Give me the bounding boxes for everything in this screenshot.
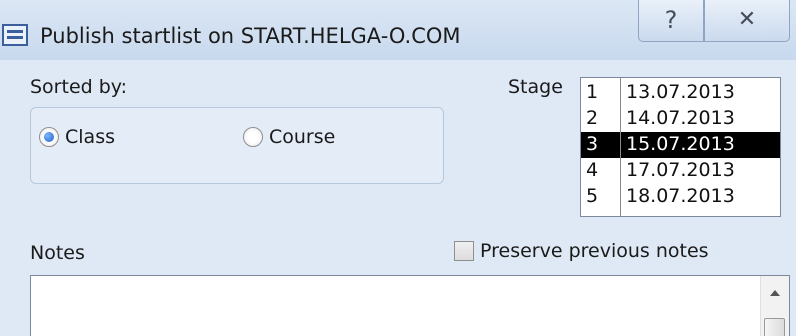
stage-date: 15.07.2013 <box>626 133 735 155</box>
sorted-by-group: Class Course <box>30 107 444 184</box>
stage-row[interactable]: 5 18.07.2013 <box>581 184 780 210</box>
help-button[interactable]: ? <box>638 0 704 42</box>
stage-date: 17.07.2013 <box>626 159 735 181</box>
sorted-by-label: Sorted by: <box>30 76 128 98</box>
stage-number: 4 <box>586 159 599 181</box>
form-icon <box>2 24 28 46</box>
radio-button-class[interactable] <box>39 127 59 147</box>
close-button[interactable]: ✕ <box>704 0 790 42</box>
dialog-body: Sorted by: Class Course Stage 1 13.07.20… <box>0 60 796 336</box>
stage-date: 18.07.2013 <box>626 185 735 207</box>
stage-row[interactable]: 1 13.07.2013 <box>581 80 780 106</box>
radio-button-course[interactable] <box>243 127 263 147</box>
title-bar[interactable]: Publish startlist on START.HELGA-O.COM ?… <box>0 0 796 60</box>
radio-course-label: Course <box>269 126 336 148</box>
stage-row[interactable]: 4 17.07.2013 <box>581 158 780 184</box>
preserve-notes-label: Preserve previous notes <box>480 240 709 262</box>
stage-number: 1 <box>586 81 599 103</box>
radio-course[interactable]: Course <box>243 126 335 148</box>
stage-label: Stage <box>508 76 563 98</box>
radio-class[interactable]: Class <box>39 126 115 148</box>
stage-row[interactable]: 2 14.07.2013 <box>581 106 780 132</box>
stage-number: 2 <box>586 107 599 129</box>
stage-date: 13.07.2013 <box>626 81 735 103</box>
stage-listbox[interactable]: 1 13.07.2013 2 14.07.2013 3 15.07.2013 4… <box>580 77 781 217</box>
notes-label: Notes <box>30 242 85 264</box>
checkbox-box[interactable] <box>454 241 474 261</box>
notes-textarea[interactable] <box>30 275 790 336</box>
radio-class-label: Class <box>65 126 115 148</box>
stage-number: 3 <box>586 133 599 155</box>
notes-scrollbar[interactable] <box>760 276 789 336</box>
scroll-up-arrow-icon[interactable] <box>770 290 780 296</box>
window-title: Publish startlist on START.HELGA-O.COM <box>40 24 461 48</box>
scroll-thumb[interactable] <box>764 318 785 336</box>
stage-number: 5 <box>586 185 599 207</box>
preserve-notes-checkbox[interactable]: Preserve previous notes <box>454 240 709 262</box>
publish-startlist-dialog: Publish startlist on START.HELGA-O.COM ?… <box>0 0 796 336</box>
column-divider <box>620 78 621 216</box>
stage-row-selected[interactable]: 3 15.07.2013 <box>581 132 780 158</box>
stage-date: 14.07.2013 <box>626 107 735 129</box>
